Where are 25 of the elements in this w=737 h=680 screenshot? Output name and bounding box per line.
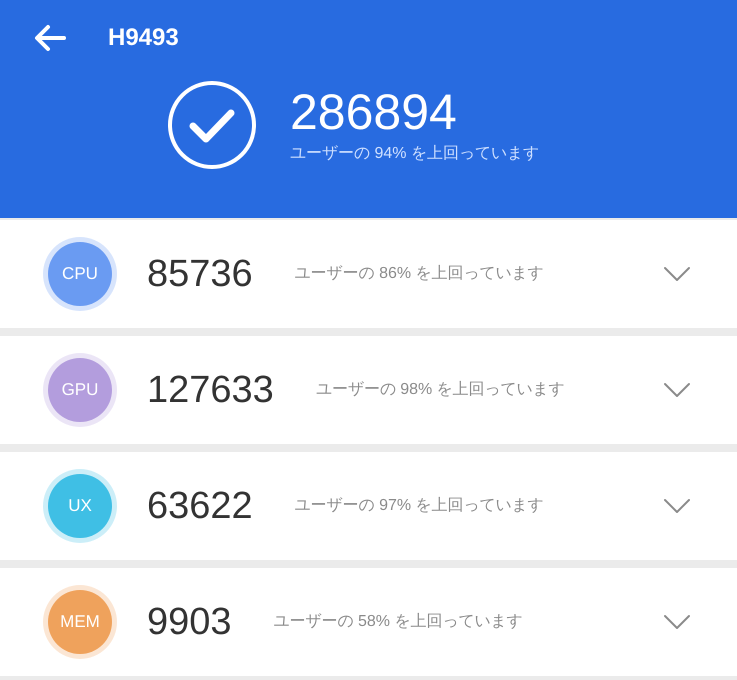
chevron-icon <box>663 498 691 514</box>
category-score: 9903 <box>147 600 232 644</box>
check-circle-icon <box>167 80 257 170</box>
back-arrow-icon <box>34 24 66 52</box>
chevron-icon <box>663 382 691 398</box>
chevron-icon <box>663 266 691 282</box>
category-score: 127633 <box>147 368 274 412</box>
total-subtitle: ユーザーの 94% を上回っています <box>290 144 539 164</box>
category-score: 85736 <box>147 252 253 296</box>
category-badge: MEM <box>48 590 112 654</box>
total-score: 286894 <box>290 84 458 140</box>
category-row[interactable]: UX 63622 ユーザーの 97% を上回っています <box>0 452 737 560</box>
chevron-icon <box>663 614 691 630</box>
category-score: 63622 <box>147 484 253 528</box>
device-title: H9493 <box>108 23 179 53</box>
category-badge: CPU <box>48 242 112 306</box>
category-badge: GPU <box>48 358 112 422</box>
category-subtitle: ユーザーの 86% を上回っています <box>294 264 544 284</box>
category-row[interactable]: CPU 85736 ユーザーの 86% を上回っています <box>0 220 737 328</box>
category-badge: UX <box>48 474 112 538</box>
category-row[interactable]: GPU 127633 ユーザーの 98% を上回っています <box>0 336 737 444</box>
category-subtitle: ユーザーの 58% を上回っています <box>274 612 522 632</box>
category-subtitle: ユーザーの 97% を上回っています <box>294 496 544 516</box>
category-subtitle: ユーザーの 98% を上回っています <box>316 380 565 400</box>
category-row[interactable]: MEM 9903 ユーザーの 58% を上回っています <box>0 568 737 676</box>
